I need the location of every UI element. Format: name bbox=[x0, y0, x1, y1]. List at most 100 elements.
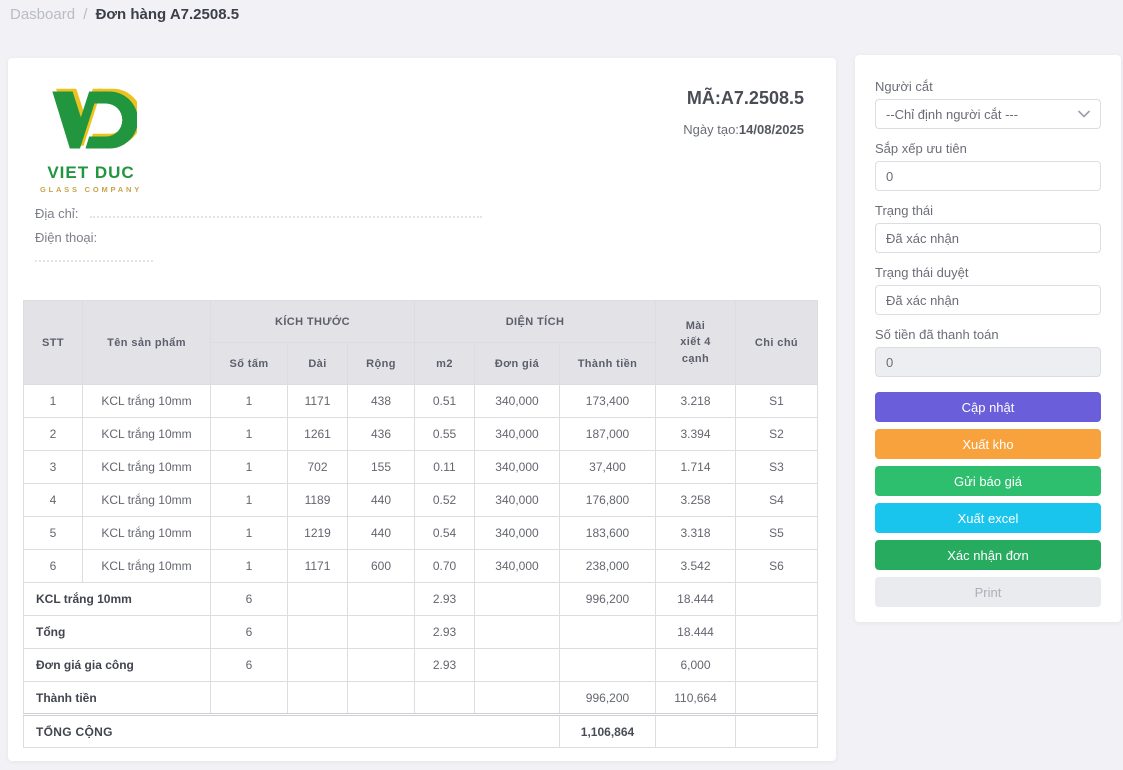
table-cell: KCL trắng 10mm bbox=[83, 385, 211, 418]
table-summary: KCL trắng 10mm 6 2.93 996,200 18.444 Tổn… bbox=[24, 583, 818, 748]
cutter-label: Người cắt bbox=[875, 79, 1101, 94]
table-cell: 6 bbox=[211, 649, 288, 682]
table-cell bbox=[736, 649, 818, 682]
table-cell: 1189 bbox=[288, 484, 348, 517]
table-cell: 2.93 bbox=[415, 649, 475, 682]
grand-total-value: 1,106,864 bbox=[560, 715, 656, 748]
address-redacted-text bbox=[90, 208, 482, 218]
table-cell: 176,800 bbox=[560, 484, 656, 517]
table-cell: 0.51 bbox=[415, 385, 475, 418]
status-label: Trạng thái bbox=[875, 203, 1101, 218]
paid-amount-input bbox=[875, 347, 1101, 377]
table-row: 5KCL trắng 10mm112194400.54340,000183,60… bbox=[24, 517, 818, 550]
table-cell: 6 bbox=[211, 583, 288, 616]
breadcrumb-separator: / bbox=[83, 6, 87, 23]
table-cell bbox=[415, 682, 475, 715]
col-header-grind: Mài xiết 4 cạnh bbox=[656, 301, 736, 385]
export-warehouse-button[interactable]: Xuất kho bbox=[875, 429, 1101, 459]
table-cell: KCL trắng 10mm bbox=[83, 517, 211, 550]
order-date-label: Ngày tạo: bbox=[683, 122, 739, 137]
col-header-sheets: Số tấm bbox=[211, 343, 288, 385]
company-logo: VIET DUC GLASS COMPANY bbox=[35, 84, 147, 194]
export-excel-button[interactable]: Xuất excel bbox=[875, 503, 1101, 533]
table-cell: 3 bbox=[24, 451, 83, 484]
update-button[interactable]: Cập nhật bbox=[875, 392, 1101, 422]
table-cell: 436 bbox=[348, 418, 415, 451]
col-header-width: Rộng bbox=[348, 343, 415, 385]
table-cell: 1171 bbox=[288, 550, 348, 583]
table-cell bbox=[560, 649, 656, 682]
table-cell: 3.318 bbox=[656, 517, 736, 550]
table-cell: S4 bbox=[736, 484, 818, 517]
priority-input[interactable] bbox=[875, 161, 1101, 191]
col-header-note: Chi chú bbox=[736, 301, 818, 385]
table-cell: 18.444 bbox=[656, 583, 736, 616]
table-cell: 18.444 bbox=[656, 616, 736, 649]
table-cell: 1.714 bbox=[656, 451, 736, 484]
summary-label: Đơn giá gia công bbox=[24, 649, 211, 682]
table-cell: 1261 bbox=[288, 418, 348, 451]
phone-label: Điện thoại: bbox=[35, 230, 97, 245]
status-input[interactable] bbox=[875, 223, 1101, 253]
table-cell: 340,000 bbox=[475, 550, 560, 583]
table-cell: 1 bbox=[211, 451, 288, 484]
table-cell: 0.55 bbox=[415, 418, 475, 451]
table-row: 6KCL trắng 10mm111716000.70340,000238,00… bbox=[24, 550, 818, 583]
table-cell bbox=[348, 682, 415, 715]
table-cell: 183,600 bbox=[560, 517, 656, 550]
table-cell: KCL trắng 10mm bbox=[83, 550, 211, 583]
summary-row-total: Tổng 6 2.93 18.444 bbox=[24, 616, 818, 649]
table-cell: 1 bbox=[211, 385, 288, 418]
grand-total-label: TỔNG CỘNG bbox=[24, 715, 560, 748]
table-cell: S5 bbox=[736, 517, 818, 550]
table-cell: 440 bbox=[348, 484, 415, 517]
cutter-select[interactable]: --Chỉ định người cắt --- bbox=[875, 99, 1101, 129]
table-cell: 2.93 bbox=[415, 616, 475, 649]
grand-total-row: TỔNG CỘNG 1,106,864 bbox=[24, 715, 818, 748]
table-cell: 6,000 bbox=[656, 649, 736, 682]
table-cell bbox=[656, 715, 736, 748]
table-cell bbox=[288, 649, 348, 682]
table-cell: S1 bbox=[736, 385, 818, 418]
table-cell: 1 bbox=[211, 418, 288, 451]
table-cell: 173,400 bbox=[560, 385, 656, 418]
table-cell: 1 bbox=[211, 517, 288, 550]
order-card: VIET DUC GLASS COMPANY MÃ:A7.2508.5 Ngày… bbox=[8, 58, 836, 761]
col-header-unit-price: Đơn giá bbox=[475, 343, 560, 385]
table-cell bbox=[211, 682, 288, 715]
approval-status-label: Trạng thái duyệt bbox=[875, 265, 1101, 280]
phone-redacted-text bbox=[35, 252, 153, 262]
table-cell bbox=[560, 616, 656, 649]
summary-label: Tổng bbox=[24, 616, 211, 649]
summary-row-processing-price: Đơn giá gia công 6 2.93 6,000 bbox=[24, 649, 818, 682]
table-header: STT Tên sản phẩm KÍCH THƯỚC DIỆN TÍCH Mà… bbox=[24, 301, 818, 385]
col-header-length: Dài bbox=[288, 343, 348, 385]
table-cell bbox=[288, 583, 348, 616]
summary-row-product-subtotal: KCL trắng 10mm 6 2.93 996,200 18.444 bbox=[24, 583, 818, 616]
table-cell bbox=[348, 616, 415, 649]
table-cell: 340,000 bbox=[475, 484, 560, 517]
table-cell: S2 bbox=[736, 418, 818, 451]
col-group-size: KÍCH THƯỚC bbox=[211, 301, 415, 343]
table-cell: 1 bbox=[24, 385, 83, 418]
breadcrumb-dashboard-link[interactable]: Dasboard bbox=[10, 6, 75, 23]
company-name: VIET DUC bbox=[35, 163, 147, 183]
table-cell bbox=[736, 583, 818, 616]
table-cell: 440 bbox=[348, 517, 415, 550]
table-cell: 3.258 bbox=[656, 484, 736, 517]
table-cell: 340,000 bbox=[475, 517, 560, 550]
table-cell bbox=[736, 616, 818, 649]
phone-row: Điện thoại: bbox=[35, 230, 97, 245]
table-cell: 996,200 bbox=[560, 682, 656, 715]
order-code-value: A7.2508.5 bbox=[721, 88, 804, 108]
table-cell: 0.52 bbox=[415, 484, 475, 517]
print-button[interactable]: Print bbox=[875, 577, 1101, 607]
summary-label: Thành tiền bbox=[24, 682, 211, 715]
send-quote-button[interactable]: Gửi báo giá bbox=[875, 466, 1101, 496]
confirm-order-button[interactable]: Xác nhận đơn bbox=[875, 540, 1101, 570]
approval-status-input[interactable] bbox=[875, 285, 1101, 315]
table-cell: 3.218 bbox=[656, 385, 736, 418]
table-cell: 3.542 bbox=[656, 550, 736, 583]
order-code-label: MÃ: bbox=[687, 88, 721, 108]
table-cell: 1219 bbox=[288, 517, 348, 550]
